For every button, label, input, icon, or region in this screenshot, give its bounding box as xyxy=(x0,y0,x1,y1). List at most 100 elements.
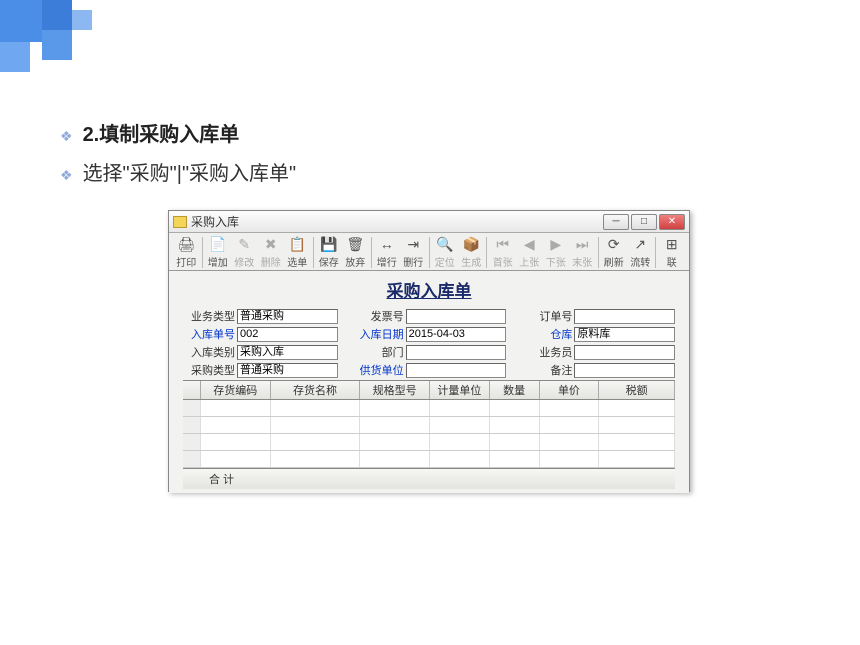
toolbar-btn-删除[interactable]: ✖删除 xyxy=(258,235,285,270)
table-cell[interactable] xyxy=(271,400,361,416)
window-title: 采购入库 xyxy=(191,213,603,230)
table-cell[interactable] xyxy=(430,451,490,467)
删行-icon: ⇥ xyxy=(404,235,422,253)
toolbar-btn-定位[interactable]: 🔍定位 xyxy=(431,235,458,270)
table-cell[interactable] xyxy=(360,417,430,433)
table-footer: 合 计 xyxy=(183,469,675,489)
上张-icon: ◀ xyxy=(520,235,538,253)
input-remark[interactable] xyxy=(574,363,675,378)
app-window: 采购入库 ─ □ ✕ 🖨打印📄增加✎修改✖删除📋选单💾保存🗑放弃↔增行⇥删行🔍定… xyxy=(168,210,690,492)
bullet-diamond-icon: ❖ xyxy=(60,128,73,145)
toolbar-btn-修改[interactable]: ✎修改 xyxy=(231,235,258,270)
input-order-no[interactable] xyxy=(574,309,675,324)
table-row[interactable] xyxy=(183,451,675,468)
toolbar-btn-保存[interactable]: 💾保存 xyxy=(315,235,342,270)
field-remark: 备注 xyxy=(520,362,675,378)
input-entry-no[interactable]: 002 xyxy=(237,327,338,342)
decoration-block xyxy=(42,0,72,30)
column-header[interactable]: 规格型号 xyxy=(360,381,430,399)
maximize-button[interactable]: □ xyxy=(631,214,657,230)
field-department: 部门 xyxy=(352,344,507,360)
toolbar-btn-流转[interactable]: ↗流转 xyxy=(627,235,654,270)
table-row[interactable] xyxy=(183,434,675,451)
table-cell[interactable] xyxy=(430,400,490,416)
toolbar-btn-label: 增加 xyxy=(208,254,228,269)
toolbar-btn-刷新[interactable]: ⟳刷新 xyxy=(600,235,627,270)
table-cell[interactable] xyxy=(201,417,271,433)
label-remark: 备注 xyxy=(520,362,572,378)
table-row-header xyxy=(183,381,201,399)
toolbar-btn-放弃[interactable]: 🗑放弃 xyxy=(342,235,369,270)
删除-icon: ✖ xyxy=(262,235,280,253)
table-cell[interactable] xyxy=(360,400,430,416)
close-button[interactable]: ✕ xyxy=(659,214,685,230)
toolbar-btn-联[interactable]: ⊞联 xyxy=(658,235,685,270)
slide-sub-line: ❖ 选择"采购"|"采购入库单" xyxy=(60,157,800,186)
table-cell[interactable] xyxy=(201,434,271,450)
table-cell[interactable] xyxy=(360,434,430,450)
table-cell[interactable] xyxy=(271,417,361,433)
column-header[interactable]: 存货名称 xyxy=(271,381,361,399)
toolbar-btn-增加[interactable]: 📄增加 xyxy=(204,235,231,270)
table-cell[interactable] xyxy=(490,400,540,416)
table-cell[interactable] xyxy=(599,434,675,450)
toolbar-btn-生成[interactable]: 📦生成 xyxy=(458,235,485,270)
label-business-type: 业务类型 xyxy=(183,308,235,324)
toolbar-btn-选单[interactable]: 📋选单 xyxy=(284,235,311,270)
table-cell[interactable] xyxy=(490,451,540,467)
field-entry-no: 入库单号 002 xyxy=(183,326,338,342)
toolbar-btn-末张[interactable]: ⏭末张 xyxy=(569,235,596,270)
table-cell[interactable] xyxy=(430,417,490,433)
toolbar-btn-下张[interactable]: ▶下张 xyxy=(542,235,569,270)
form-title: 采购入库单 xyxy=(183,277,675,302)
input-purchase-type[interactable]: 普通采购 xyxy=(237,363,338,378)
table-header: 存货编码存货名称规格型号计量单位数量单价税额 xyxy=(183,380,675,400)
table-cell[interactable] xyxy=(540,400,600,416)
table-row[interactable] xyxy=(183,417,675,434)
table-cell[interactable] xyxy=(599,417,675,433)
table-cell[interactable] xyxy=(540,451,600,467)
toolbar-btn-label: 定位 xyxy=(435,254,455,269)
toolbar-btn-首张[interactable]: ⏮首张 xyxy=(489,235,516,270)
input-supplier[interactable] xyxy=(406,363,507,378)
toolbar-btn-打印[interactable]: 🖨打印 xyxy=(173,235,200,270)
slide-subtext: 选择"采购"|"采购入库单" xyxy=(83,157,297,186)
table-cell[interactable] xyxy=(271,434,361,450)
table-cell[interactable] xyxy=(430,434,490,450)
minimize-button[interactable]: ─ xyxy=(603,214,629,230)
table-cell[interactable] xyxy=(599,451,675,467)
table-cell[interactable] xyxy=(201,451,271,467)
table-cell[interactable] xyxy=(490,434,540,450)
column-header[interactable]: 计量单位 xyxy=(430,381,490,399)
toolbar-btn-label: 保存 xyxy=(319,254,339,269)
table-cell[interactable] xyxy=(201,400,271,416)
input-invoice-no[interactable] xyxy=(406,309,507,324)
input-entry-date[interactable]: 2015-04-03 xyxy=(406,327,507,342)
window-titlebar[interactable]: 采购入库 ─ □ ✕ xyxy=(169,211,689,233)
table-cell[interactable] xyxy=(360,451,430,467)
input-department[interactable] xyxy=(406,345,507,360)
column-header[interactable]: 单价 xyxy=(540,381,600,399)
input-operator[interactable] xyxy=(574,345,675,360)
field-invoice-no: 发票号 xyxy=(352,308,507,324)
input-entry-type[interactable]: 采购入库 xyxy=(237,345,338,360)
toolbar-btn-删行[interactable]: ⇥删行 xyxy=(400,235,427,270)
bullet-diamond-icon: ❖ xyxy=(60,167,73,184)
input-warehouse[interactable]: 原料库 xyxy=(574,327,675,342)
column-header[interactable]: 数量 xyxy=(490,381,540,399)
folder-icon xyxy=(173,216,187,228)
toolbar-btn-上张[interactable]: ◀上张 xyxy=(516,235,543,270)
column-header[interactable]: 存货编码 xyxy=(201,381,271,399)
toolbar-btn-label: 上张 xyxy=(519,254,539,269)
input-business-type[interactable]: 普通采购 xyxy=(237,309,338,324)
table-row[interactable] xyxy=(183,400,675,417)
table-cell[interactable] xyxy=(540,434,600,450)
table-cell[interactable] xyxy=(490,417,540,433)
toolbar-btn-增行[interactable]: ↔增行 xyxy=(373,235,400,270)
table-cell[interactable] xyxy=(540,417,600,433)
table-cell[interactable] xyxy=(599,400,675,416)
增行-icon: ↔ xyxy=(378,235,396,253)
toolbar-btn-label: 选单 xyxy=(287,254,307,269)
table-cell[interactable] xyxy=(271,451,361,467)
column-header[interactable]: 税额 xyxy=(599,381,675,399)
